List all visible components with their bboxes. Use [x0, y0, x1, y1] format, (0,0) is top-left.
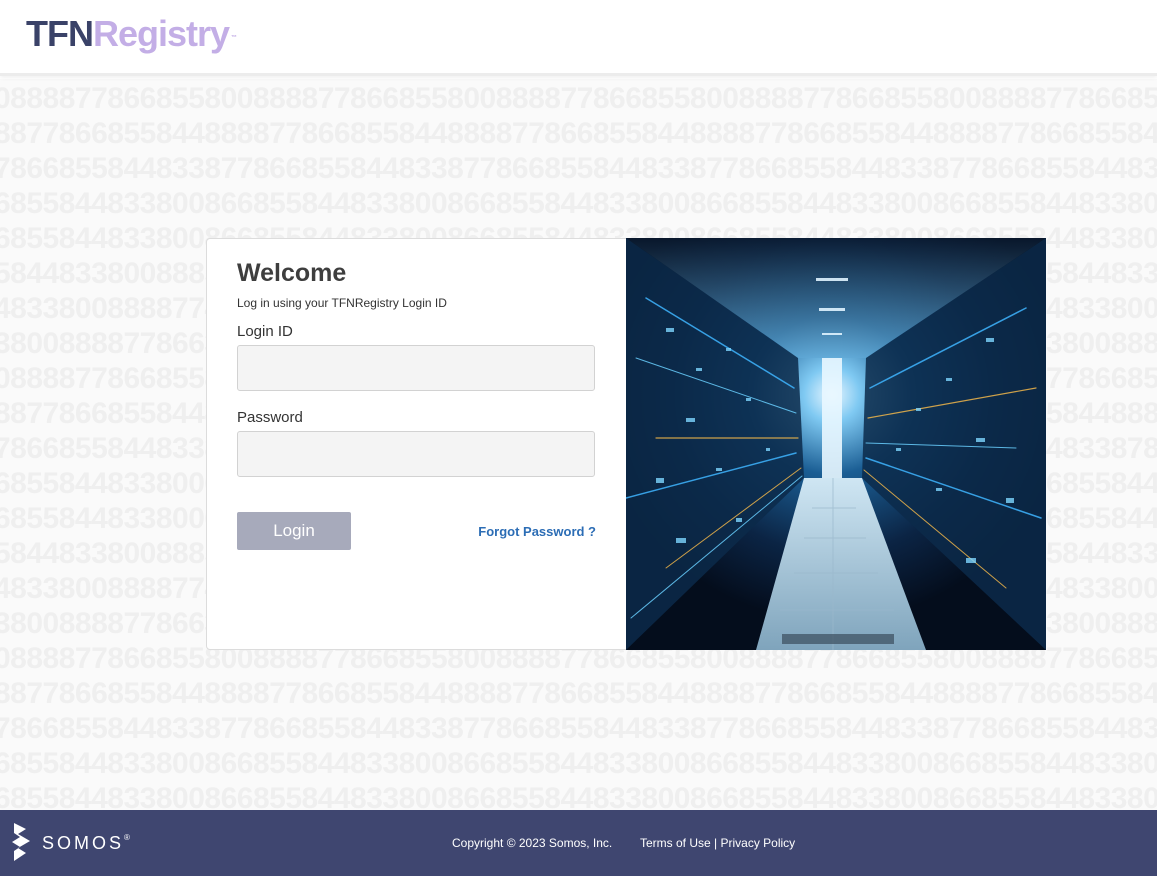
somos-logo-icon: [12, 823, 30, 861]
footer: SOMOS® Copyright © 2023 Somos, Inc. Term…: [0, 810, 1157, 876]
somos-registered-mark: ®: [124, 833, 130, 842]
background-number-row: 8877866855844888877866855844888877866855…: [0, 117, 1157, 150]
logo-trademark: ™: [231, 35, 238, 41]
data-center-image: [626, 238, 1046, 650]
login-subtitle: Log in using your TFNRegistry Login ID: [237, 296, 447, 310]
header: TFNRegistry ™: [0, 0, 1157, 76]
login-id-input[interactable]: [237, 345, 595, 391]
logo-registry: Registry: [92, 13, 230, 54]
login-id-label: Login ID: [237, 323, 293, 340]
background-number-row: 0888877866855800888877866855800888877866…: [0, 82, 1157, 115]
background-number-row: 7866855844833877866855844833877866855844…: [0, 152, 1157, 185]
copyright-text: Copyright © 2023 Somos, Inc.: [452, 836, 613, 850]
privacy-policy-link[interactable]: Privacy Policy: [721, 836, 796, 850]
welcome-title: Welcome: [237, 259, 347, 287]
background-number-row: 6855844833800866855844833800866855844833…: [0, 782, 1157, 810]
login-button[interactable]: Login: [237, 512, 351, 550]
somos-brand: SOMOS: [42, 833, 125, 853]
footer-separator: |: [714, 836, 718, 850]
password-input[interactable]: [237, 431, 595, 477]
forgot-password-link[interactable]: Forgot Password ?: [478, 524, 596, 539]
data-center-illustration: [626, 238, 1046, 650]
terms-of-use-link[interactable]: Terms of Use: [640, 836, 711, 850]
logo-tfn: TFN: [26, 13, 94, 54]
background-number-row: 6855844833800866855844833800866855844833…: [0, 747, 1157, 780]
background-number-row: 6855844833800866855844833800866855844833…: [0, 187, 1157, 220]
tfnregistry-logo[interactable]: TFNRegistry ™: [26, 13, 237, 54]
background-number-row: 7866855844833877866855844833877866855844…: [0, 712, 1157, 745]
somos-logo-text: SOMOS®: [42, 833, 130, 854]
footer-links: Terms of Use | Privacy Policy: [640, 836, 795, 850]
background-number-row: 8877866855844888877866855844888877866855…: [0, 677, 1157, 710]
password-label: Password: [237, 409, 303, 426]
login-card: Welcome Log in using your TFNRegistry Lo…: [206, 238, 627, 650]
